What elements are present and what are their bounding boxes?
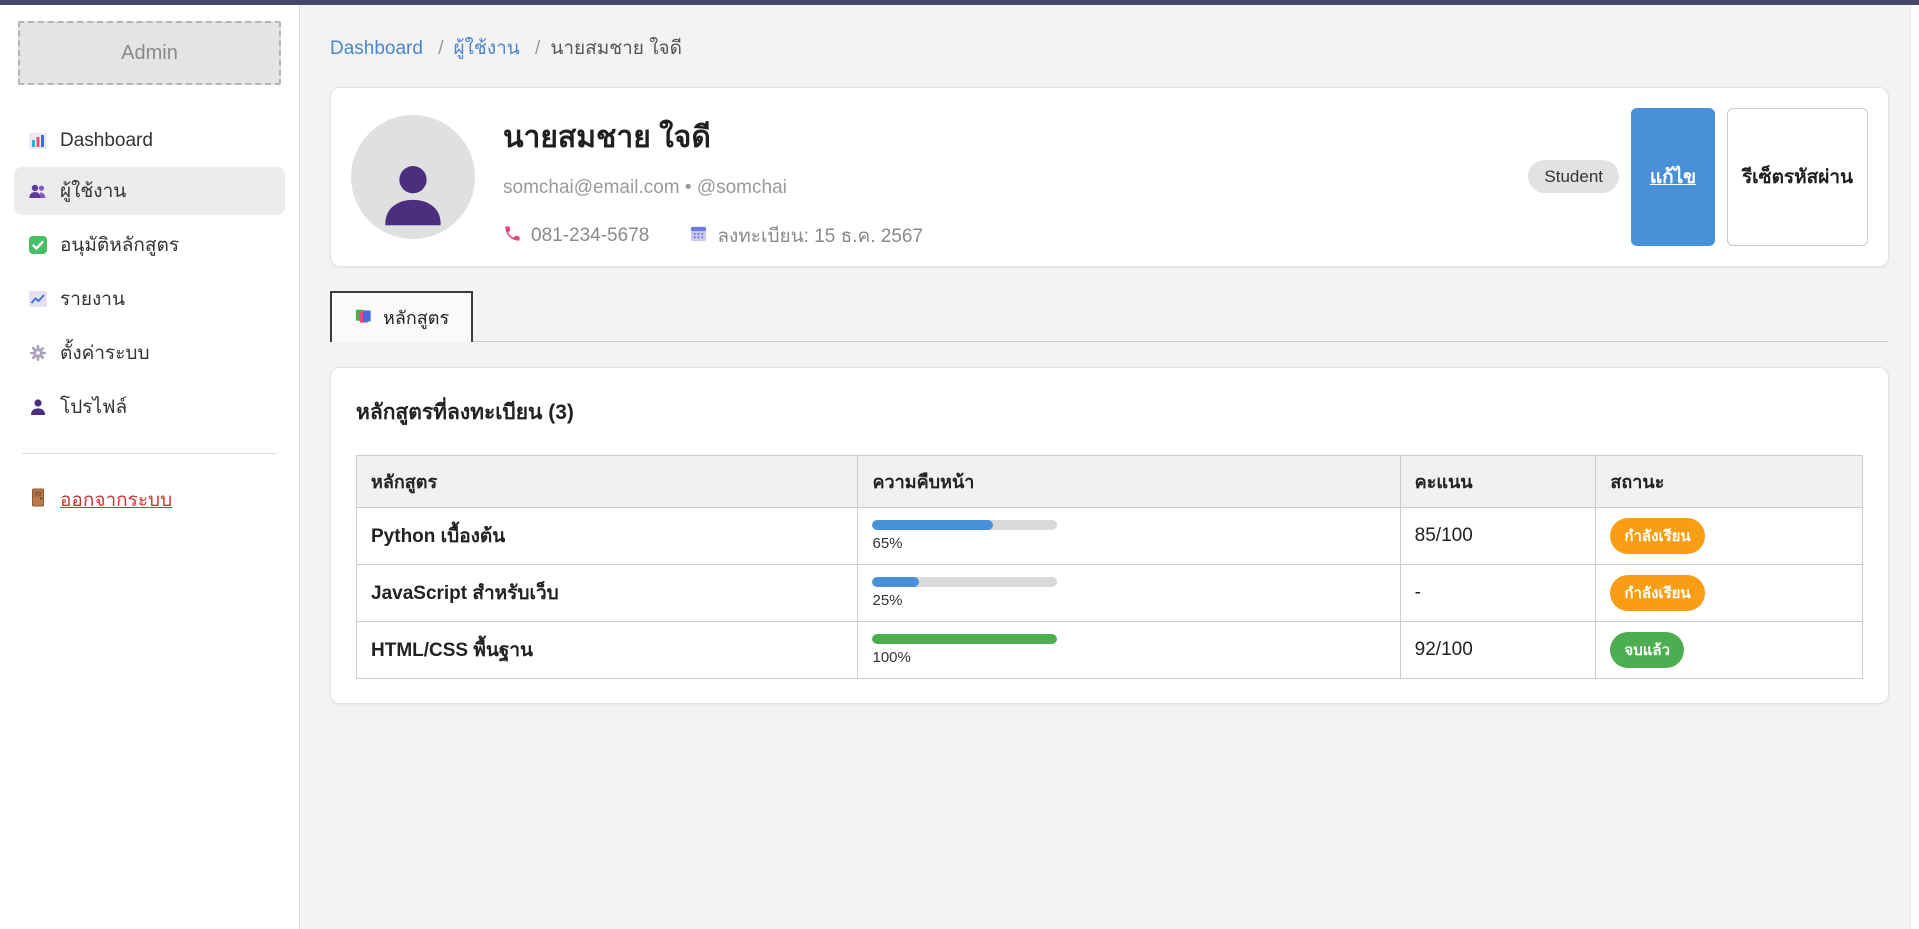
sidebar-nav: Dashboard ผู้ใช้งาน bbox=[8, 121, 291, 431]
sidebar-item-label: ผู้ใช้งาน bbox=[60, 176, 126, 206]
course-score: 85/100 bbox=[1400, 508, 1596, 565]
breadcrumb-item: นายสมชาย ใจดี bbox=[550, 38, 682, 59]
course-score: - bbox=[1400, 565, 1596, 622]
status-badge: กำลังเรียน bbox=[1610, 518, 1704, 554]
role-badge: Student bbox=[1528, 160, 1619, 193]
sidebar-divider bbox=[22, 453, 277, 454]
table-header-row: หลักสูตร ความคืบหน้า คะแนน สถานะ bbox=[357, 456, 1863, 508]
course-name: JavaScript สำหรับเว็บ bbox=[371, 583, 559, 604]
sidebar-item[interactable]: ผู้ใช้งาน bbox=[14, 167, 285, 215]
breadcrumb-separator: / bbox=[438, 38, 443, 59]
brand-label: Admin bbox=[121, 42, 178, 65]
reset-password-button[interactable]: รีเซ็ตรหัสผ่าน bbox=[1727, 108, 1868, 246]
progress-bar-fill bbox=[872, 577, 918, 587]
users-icon bbox=[28, 181, 48, 201]
sidebar-item-label: Dashboard bbox=[60, 130, 153, 152]
progress-label: 100% bbox=[872, 649, 1385, 666]
calendar-icon bbox=[689, 224, 708, 249]
approve-checkbox-icon bbox=[28, 235, 48, 255]
courses-heading: หลักสูตรที่ลงทะเบียน (3) bbox=[356, 396, 1863, 429]
brand-box: Admin bbox=[18, 21, 281, 85]
tab-courses-label: หลักสูตร bbox=[383, 303, 449, 332]
course-name: HTML/CSS พื้นฐาน bbox=[371, 640, 533, 661]
sidebar-item[interactable]: โปรไฟล์ bbox=[14, 383, 285, 431]
sidebar-item[interactable]: Dashboard bbox=[14, 121, 285, 161]
progress-label: 25% bbox=[872, 592, 1385, 609]
progress-bar-fill bbox=[872, 634, 1057, 644]
status-badge: กำลังเรียน bbox=[1610, 575, 1704, 611]
profile-info: นายสมชาย ใจดี somchai@email.com • @somch… bbox=[503, 108, 1500, 246]
main-content: /Dashboard /ผู้ใช้งาน /นายสมชาย ใจดี นาย… bbox=[300, 5, 1919, 929]
progress-bar bbox=[872, 634, 1057, 644]
sidebar-item[interactable]: อนุมัติหลักสูตร bbox=[14, 221, 285, 269]
progress-label: 65% bbox=[872, 535, 1385, 552]
status-badge: จบแล้ว bbox=[1610, 632, 1684, 668]
column-header-score: คะแนน bbox=[1400, 456, 1596, 508]
registered-item: ลงทะเบียน: 15 ธ.ค. 2567 bbox=[689, 221, 923, 251]
door-icon bbox=[28, 487, 48, 513]
tab-courses[interactable]: หลักสูตร bbox=[330, 291, 473, 342]
courses-card: หลักสูตรที่ลงทะเบียน (3) หลักสูตร ความคื… bbox=[330, 367, 1889, 704]
sidebar-item-label: ตั้งค่าระบบ bbox=[60, 338, 150, 368]
progress-bar bbox=[872, 520, 1057, 530]
logout-label: ออกจากระบบ bbox=[60, 485, 172, 515]
books-icon bbox=[354, 306, 373, 330]
table-row: HTML/CSS พื้นฐาน 100% 92/100 จบแล้ว bbox=[357, 622, 1863, 679]
gear-icon bbox=[28, 343, 48, 363]
reports-chart-icon bbox=[28, 289, 48, 309]
person-silhouette-icon bbox=[374, 155, 452, 233]
user-name: นายสมชาย ใจดี bbox=[503, 114, 1500, 161]
courses-table: หลักสูตร ความคืบหน้า คะแนน สถานะ Python … bbox=[356, 455, 1863, 679]
profile-actions: Student แก้ไข รีเซ็ตรหัสผ่าน bbox=[1528, 108, 1868, 246]
profile-meta: 081-234-5678 ลงทะเบียน: 15 ธ.ค. 2567 bbox=[503, 221, 1500, 251]
registered-date: ลงทะเบียน: 15 ธ.ค. 2567 bbox=[717, 221, 923, 251]
user-email: somchai@email.com • @somchai bbox=[503, 177, 1500, 199]
progress-bar-fill bbox=[872, 520, 992, 530]
breadcrumb-item[interactable]: Dashboard bbox=[330, 38, 423, 59]
profile-card: นายสมชาย ใจดี somchai@email.com • @somch… bbox=[330, 87, 1889, 267]
column-header-progress: ความคืบหน้า bbox=[858, 456, 1400, 508]
table-row: JavaScript สำหรับเว็บ 25% - กำลังเรียน bbox=[357, 565, 1863, 622]
person-icon bbox=[28, 397, 48, 417]
course-score: 92/100 bbox=[1400, 622, 1596, 679]
avatar bbox=[351, 115, 475, 239]
sidebar-item-label: โปรไฟล์ bbox=[60, 392, 127, 422]
phone-icon bbox=[503, 224, 522, 249]
sidebar-item[interactable]: ตั้งค่าระบบ bbox=[14, 329, 285, 377]
logout-link[interactable]: ออกจากระบบ bbox=[14, 476, 285, 524]
column-header-course: หลักสูตร bbox=[357, 456, 858, 508]
sidebar-item[interactable]: รายงาน bbox=[14, 275, 285, 323]
scrollbar-track[interactable] bbox=[1910, 5, 1919, 929]
sidebar-item-label: อนุมัติหลักสูตร bbox=[60, 230, 179, 260]
progress-bar bbox=[872, 577, 1057, 587]
tab-bar: หลักสูตร bbox=[330, 291, 1889, 342]
phone-number: 081-234-5678 bbox=[531, 225, 649, 247]
column-header-status: สถานะ bbox=[1596, 456, 1863, 508]
table-row: Python เบื้องต้น 65% 85/100 กำลังเรียน bbox=[357, 508, 1863, 565]
breadcrumb-separator: / bbox=[535, 38, 540, 59]
breadcrumb: /Dashboard /ผู้ใช้งาน /นายสมชาย ใจดี bbox=[330, 33, 1889, 63]
sidebar: Admin Dashboard bbox=[0, 5, 300, 929]
sidebar-item-label: รายงาน bbox=[60, 284, 125, 314]
phone-item: 081-234-5678 bbox=[503, 224, 649, 249]
dashboard-icon bbox=[28, 131, 48, 151]
course-name: Python เบื้องต้น bbox=[371, 526, 505, 547]
breadcrumb-item[interactable]: ผู้ใช้งาน bbox=[454, 38, 520, 59]
edit-button[interactable]: แก้ไข bbox=[1631, 108, 1715, 246]
